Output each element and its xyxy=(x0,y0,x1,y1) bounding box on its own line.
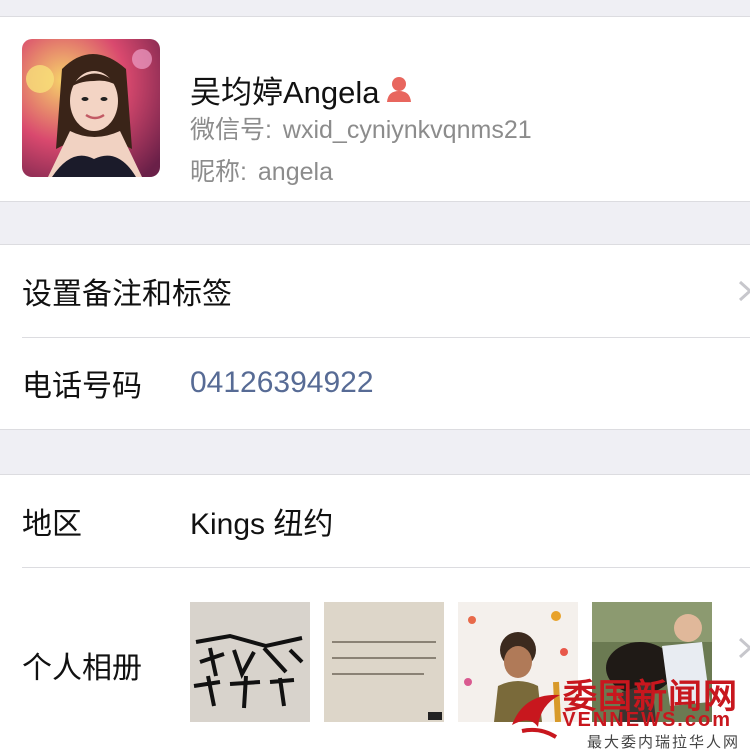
profile-name: 吴均婷Angela xyxy=(190,74,380,110)
wechat-id-label: 微信号: xyxy=(190,116,272,144)
chevron-right-icon xyxy=(738,280,750,302)
chevron-right-icon xyxy=(738,637,750,659)
set-remark-label: 设置备注和标签 xyxy=(22,278,232,311)
phone-label: 电话号码 xyxy=(22,370,142,403)
album-photo[interactable] xyxy=(190,602,310,722)
info-group-1: 设置备注和标签 电话号码 04126394922 xyxy=(0,244,750,430)
profile-name-row: 吴均婷Angela xyxy=(190,69,414,110)
contact-profile-page: 吴均婷Angela 微信号: wxid_cyniynkvqnms21 昵称: a… xyxy=(0,0,750,755)
avatar[interactable] xyxy=(22,39,160,177)
wechat-id-line: 微信号: wxid_cyniynkvqnms21 xyxy=(190,110,532,146)
wechat-id-value: wxid_cyniynkvqnms21 xyxy=(282,116,532,144)
album-label: 个人相册 xyxy=(22,652,142,685)
album-photo[interactable] xyxy=(324,602,444,722)
profile-card[interactable]: 吴均婷Angela 微信号: wxid_cyniynkvqnms21 昵称: a… xyxy=(0,16,750,202)
phone-number-link[interactable]: 04126394922 xyxy=(190,366,374,400)
nickname-value: angela xyxy=(257,158,333,186)
region-row: 地区 Kings 纽约 xyxy=(0,475,750,567)
set-remark-row[interactable]: 设置备注和标签 xyxy=(0,245,750,337)
female-icon xyxy=(384,74,414,104)
watermark-site: VENNEWS.com xyxy=(562,709,732,731)
region-value: Kings 纽约 xyxy=(190,508,334,541)
watermark-tagline: 最大委内瑞拉华人网 xyxy=(586,734,740,751)
phone-row[interactable]: 电话号码 04126394922 xyxy=(0,337,750,429)
nickname-line: 昵称: angela xyxy=(190,152,333,188)
site-watermark: 委国新闻网 VENNEWS.com 最大委内瑞拉华人网 xyxy=(504,665,744,751)
region-label: 地区 xyxy=(22,508,82,541)
nickname-label: 昵称: xyxy=(190,158,247,186)
